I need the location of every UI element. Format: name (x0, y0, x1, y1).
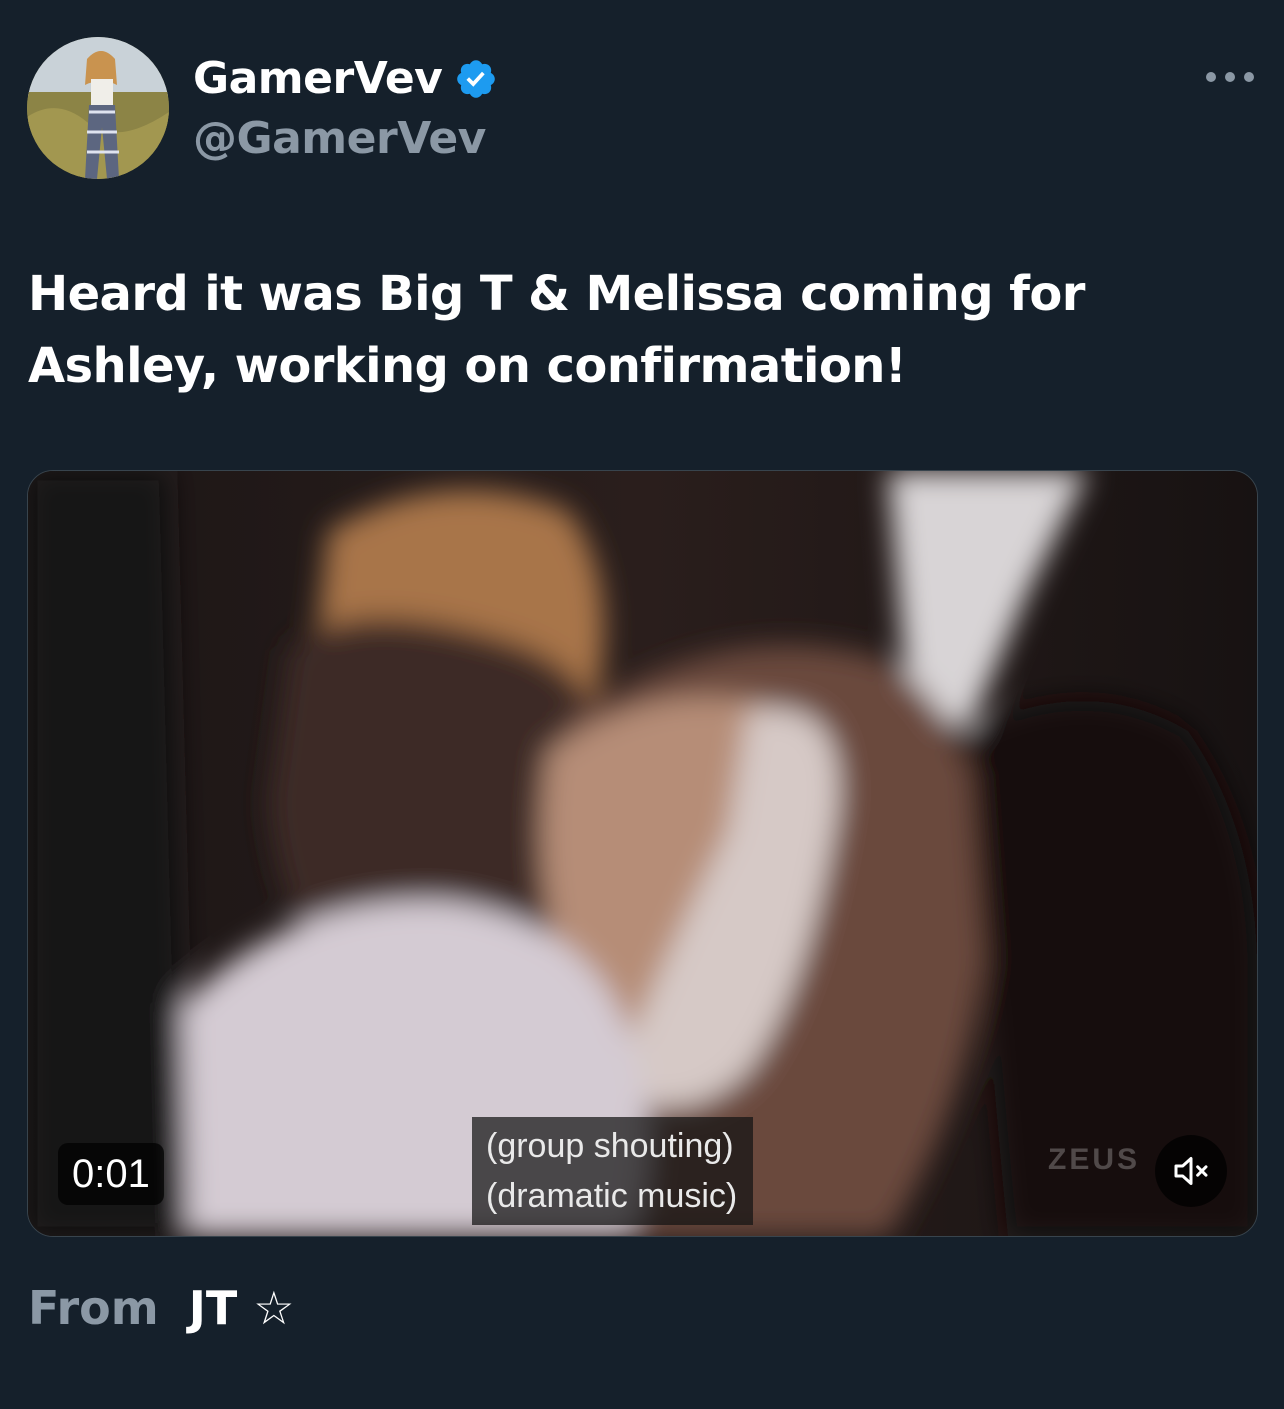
avatar[interactable] (27, 37, 169, 179)
video-timestamp: 0:01 (58, 1143, 164, 1205)
video-watermark: ZEUS (1048, 1143, 1141, 1176)
volume-muted-icon (1174, 1157, 1208, 1185)
author-display-name[interactable]: GamerVev (193, 52, 443, 106)
more-horizontal-icon[interactable] (1206, 62, 1254, 92)
caption-line: (dramatic music) (486, 1177, 738, 1215)
tweet-text: Heard it was Big T & Melissa coming for … (28, 266, 1085, 394)
author-handle[interactable]: @GamerVev (193, 112, 486, 166)
avatar-photo (27, 37, 169, 179)
source-name[interactable]: JT ☆ (189, 1280, 295, 1336)
source-attribution: From JT ☆ (28, 1280, 294, 1336)
mute-button[interactable] (1155, 1135, 1227, 1207)
verified-badge-icon (457, 60, 496, 98)
author-display-name-row[interactable]: GamerVev (193, 52, 498, 106)
video-player[interactable]: 0:01 (group shouting) (dramatic music) Z… (27, 470, 1258, 1237)
caption-line: (group shouting) (486, 1127, 734, 1165)
source-prefix: From (28, 1281, 159, 1335)
video-captions: (group shouting) (dramatic music) (472, 1117, 754, 1225)
